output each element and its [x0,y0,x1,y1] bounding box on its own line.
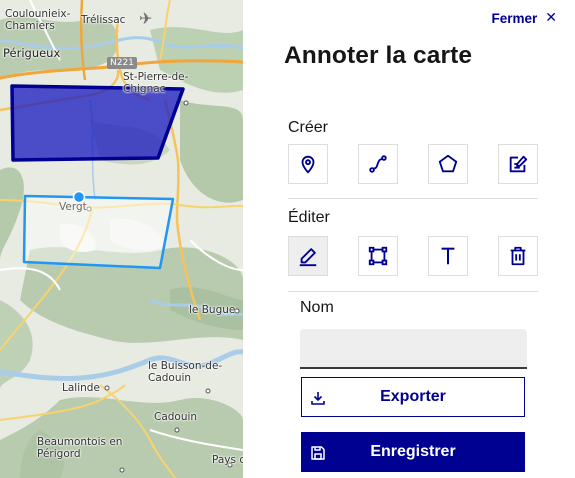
create-polygon-button[interactable] [428,144,468,184]
section-divider [288,198,538,199]
map-label-paysc: Pays c [212,454,243,466]
map-label-text: Coulounieix- Chamiers [5,8,71,33]
trash-icon [510,246,526,266]
export-button[interactable]: Exporter [301,377,525,417]
save-button-label: Enregistrer [370,443,456,460]
close-icon: ✕ [545,10,557,26]
map-label-trelissac: Trélissac [81,14,126,26]
map-label-beaumontois: Beaumontois en Périgord [37,436,122,460]
map-label-text: St-Pierre-de- Chignac [123,71,189,96]
export-button-label: Exporter [380,388,446,405]
road-badge-n221: N221 [107,57,137,69]
section-divider [288,291,538,292]
transform-button[interactable] [358,236,398,276]
pencil-icon [299,248,317,267]
edit-toolbar [288,236,538,276]
map-label-stpierre: St-Pierre-de- Chignac [123,71,188,95]
map-label-lebugue: le Bugue [189,304,236,316]
save-button[interactable]: Enregistrer [301,432,525,472]
map-label-lalinde: Lalinde [62,382,100,394]
polyline-icon [369,155,387,173]
create-toolbar [288,144,538,184]
map-label-vergt: Vergt [59,201,87,213]
map-view[interactable]: ✈ Coulounieix- Chamiers Trélissac Périgu… [0,0,243,478]
map-label-coulounieix: Coulounieix- Chamiers [5,8,70,32]
map-label-perigueux: Périgueux [3,46,61,60]
close-button[interactable]: Fermer ✕ [491,8,557,28]
airport-icon: ✈ [139,9,153,28]
name-field-label: Nom [300,299,334,316]
edit-section-label: Éditer [288,209,330,226]
annotation-outline-polygon[interactable] [22,194,175,270]
marker-icon [301,155,315,174]
panel-title: Annoter la carte [284,42,473,69]
add-text-button[interactable] [428,236,468,276]
bounding-box-icon [368,246,388,266]
close-button-label: Fermer [491,10,538,26]
map-label-cadouin: Cadouin [154,411,198,423]
name-input[interactable] [300,329,527,369]
create-note-button[interactable] [498,144,538,184]
map-label-text: le Buisson-de- Cadouin [148,360,223,385]
map-canvas[interactable] [0,0,243,478]
note-icon [509,155,528,173]
create-point-button[interactable] [288,144,328,184]
annotation-filled-polygon[interactable] [10,84,185,162]
map-label-lebuisson: le Buisson-de- Cadouin [148,360,222,384]
text-icon [441,247,455,265]
create-line-button[interactable] [358,144,398,184]
download-icon [311,392,325,405]
floppy-disk-icon [311,446,325,460]
polygon-icon [438,154,458,173]
create-section-label: Créer [288,119,329,136]
annotation-panel: Fermer ✕ Annoter la carte Créer Éditer N… [243,0,575,478]
edit-shape-button[interactable] [288,236,328,276]
delete-button[interactable] [498,236,538,276]
map-label-text: Beaumontois en Périgord [37,436,123,461]
